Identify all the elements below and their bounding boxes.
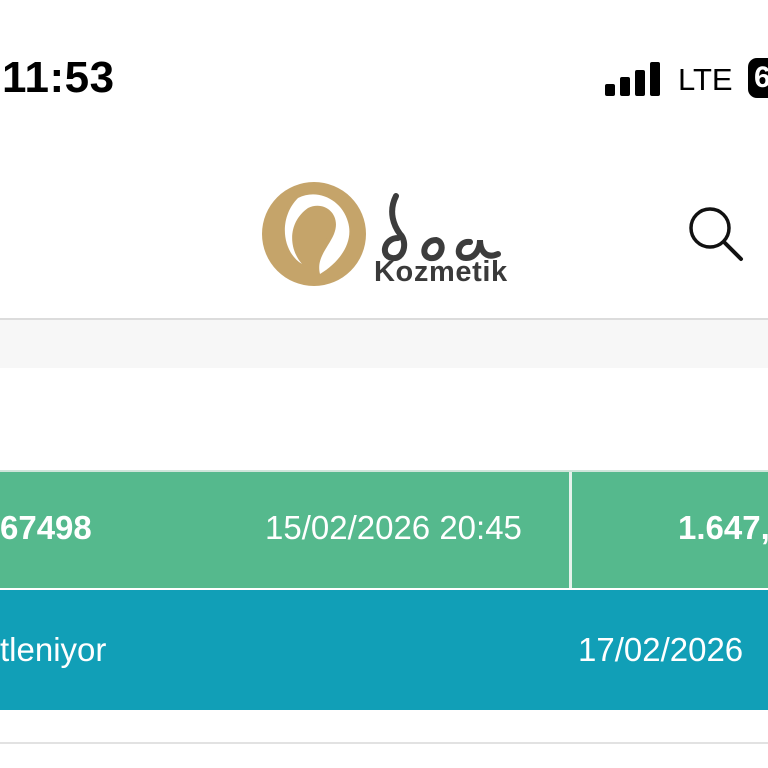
order-status-row[interactable]: tleniyor 17/02/2026 [0,590,768,710]
order-number: 67498 [0,509,92,546]
screen: 11:53 LTE 6 Kozmetik 67498 15/02/2026 20… [0,0,768,768]
network-type-label: LTE [678,62,733,97]
order-summary-row[interactable]: 67498 15/02/2026 20:45 1.647, [0,470,768,588]
search-icon [689,207,743,261]
subheader-band [0,320,768,368]
status-bar-time: 11:53 [2,53,115,102]
order-status-date: 17/02/2026 [578,631,744,668]
battery-icon: 6 [748,58,768,98]
column-divider [569,472,572,588]
order-date: 15/02/2026 20:45 [265,509,522,546]
list-divider [0,742,768,744]
brand-name: Kozmetik [374,256,508,288]
order-amount: 1.647, [678,509,768,546]
battery-level: 6 [754,61,768,94]
search-button[interactable] [686,204,748,266]
cellular-signal-icon [605,62,661,96]
order-status-text: tleniyor [0,631,107,668]
